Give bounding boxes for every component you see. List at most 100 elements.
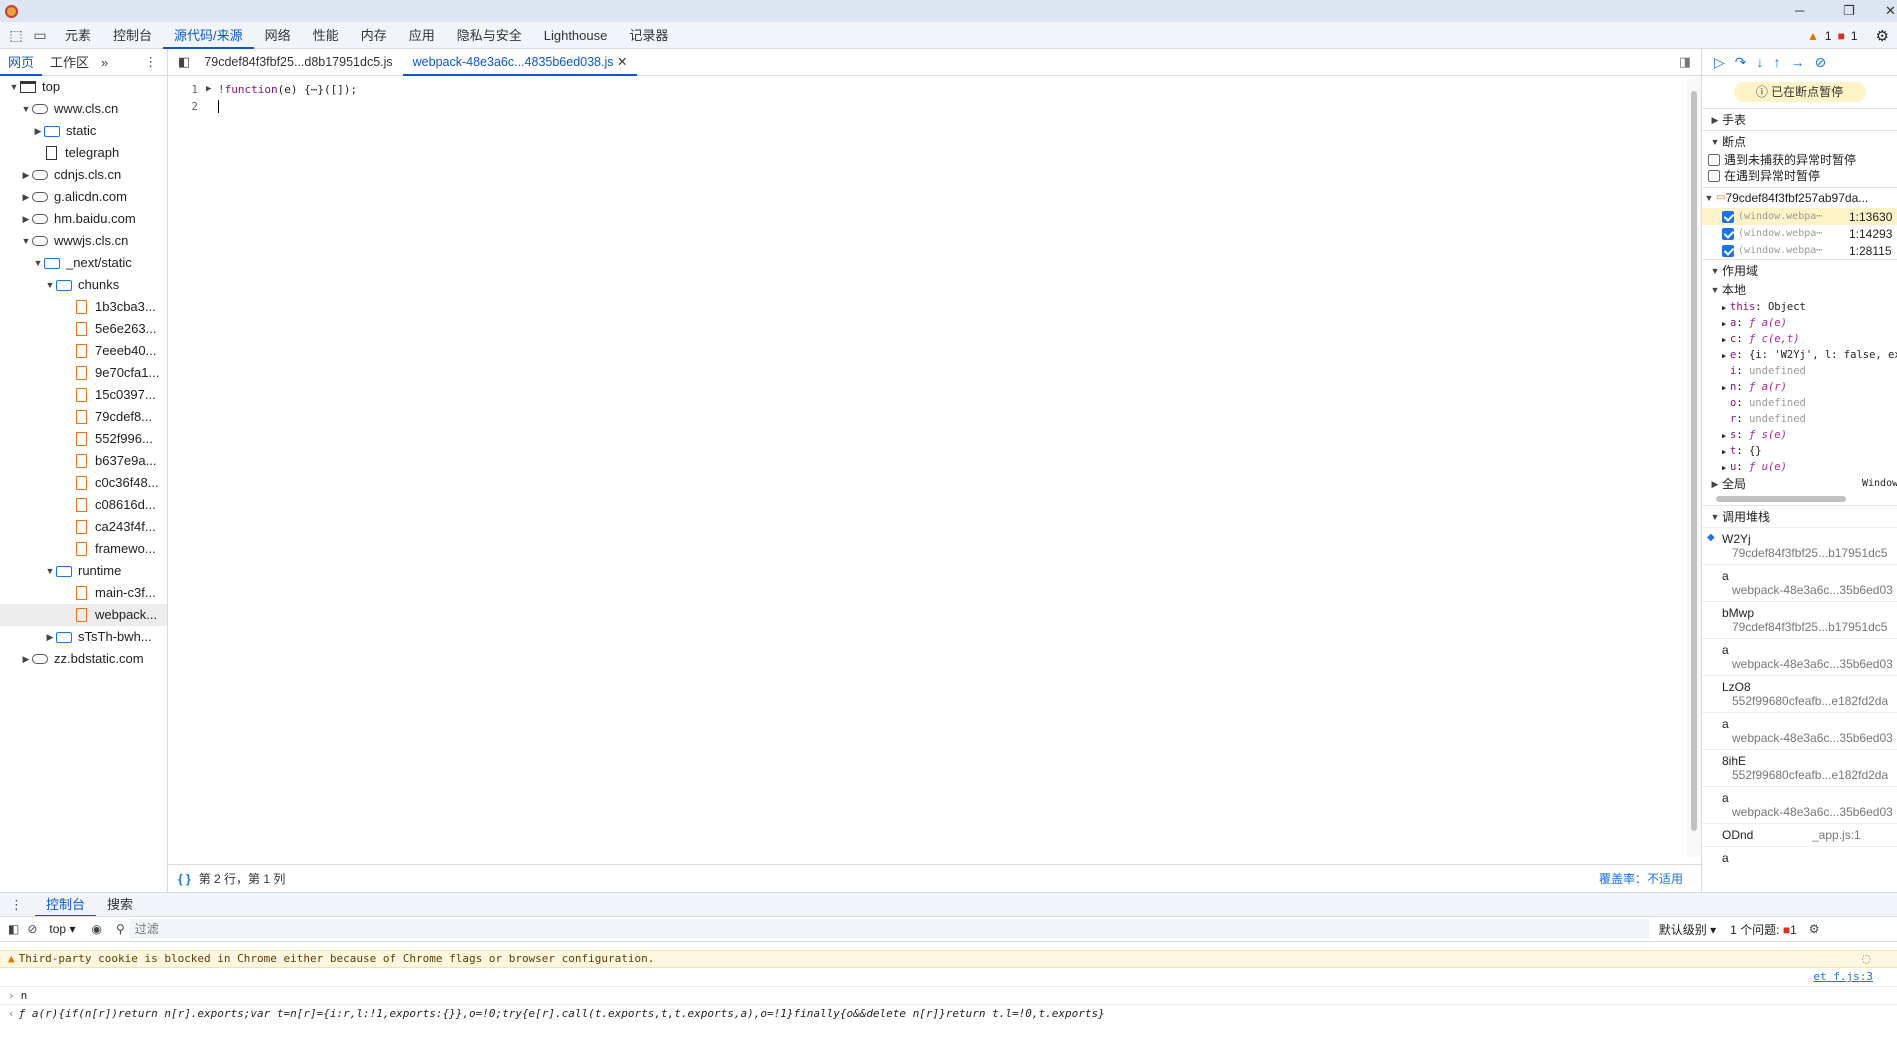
scope-variable[interactable]: ▶ u: ƒ u(e) [1702, 459, 1897, 475]
drawer-tab-console[interactable]: 控制台 [35, 893, 97, 917]
callstack-section-header[interactable]: ▼ 调用堆栈 [1702, 505, 1897, 527]
expanded-arrow-icon[interactable]: ▼ [20, 230, 32, 252]
watch-section-header[interactable]: ▶ 手表 [1702, 108, 1897, 130]
context-selector[interactable]: top ▾ [49, 922, 75, 936]
call-frame[interactable]: a webpack-48e3a6c...35b6ed03 [1702, 786, 1897, 823]
code-line[interactable]: 2 [168, 98, 1685, 115]
call-frame[interactable]: a webpack-48e3a6c...35b6ed03 [1702, 712, 1897, 749]
clear-console-icon[interactable]: ⊘ [27, 922, 37, 936]
tree-item[interactable]: 552f996... [0, 428, 167, 450]
tree-item[interactable]: 1b3cba3... [0, 296, 167, 318]
scope-variable[interactable]: ▶ a: ƒ a(e) [1702, 315, 1897, 331]
tree-item[interactable]: ca243f4f... [0, 516, 167, 538]
tree-item[interactable]: 79cdef8... [0, 406, 167, 428]
live-expression-eye-icon[interactable]: ◉ [91, 922, 101, 936]
breakpoint-checkbox[interactable] [1722, 244, 1734, 257]
collapsed-arrow-icon[interactable]: ▶ [20, 648, 32, 670]
tree-item[interactable]: framewo... [0, 538, 167, 560]
tree-item[interactable]: ▼ top [0, 76, 167, 98]
tree-item[interactable]: ▼ runtime [0, 560, 167, 582]
scope-variable[interactable]: ▶ e: {i: 'W2Yj', l: false, exp [1702, 347, 1897, 363]
call-frame[interactable]: LzO8 552f99680cfeafb...e182fd2da [1702, 675, 1897, 712]
tree-item[interactable]: 7eeeb40... [0, 340, 167, 362]
minimize-icon[interactable]: ─ [1795, 3, 1804, 18]
warning-count[interactable]: 1 [1825, 29, 1832, 43]
scope-variable[interactable]: o: undefined [1702, 395, 1897, 411]
tree-item[interactable]: ▶ static [0, 120, 167, 142]
pause-caught-checkbox[interactable] [1708, 170, 1720, 182]
tree-item[interactable]: ▼ wwwjs.cls.cn [0, 230, 167, 252]
tree-item[interactable]: c0c36f48... [0, 472, 167, 494]
error-icon[interactable]: ■ [1838, 29, 1845, 43]
pause-uncaught-checkbox[interactable] [1708, 154, 1720, 166]
collapsed-arrow-icon[interactable]: ▶ [20, 208, 32, 230]
filter-input[interactable] [128, 919, 1649, 939]
panel-tab-9[interactable]: 记录器 [618, 22, 679, 49]
file-tab-79cdef[interactable]: 79cdef84f3fbf25...d8b17951dc5.js [194, 49, 402, 76]
toggle-navigator-icon[interactable]: ◧ [178, 54, 190, 70]
tree-item[interactable]: c08616d... [0, 494, 167, 516]
panel-tab-4[interactable]: 性能 [302, 22, 350, 49]
call-frame[interactable]: ◆ W2Yj 79cdef84f3fbf25...b17951dc5 [1702, 527, 1897, 564]
tree-item[interactable]: webpack... [0, 604, 167, 626]
settings-gear-icon[interactable]: ⚙ [1876, 27, 1889, 45]
coverage-link[interactable]: 覆盖率：不适用 [1599, 870, 1683, 887]
scope-variable[interactable]: ▶ c: ƒ c(e,t) [1702, 331, 1897, 347]
collapsed-arrow-icon[interactable]: ▶ [20, 186, 32, 208]
collapsed-arrow-icon[interactable]: ▶ [20, 164, 32, 186]
panel-tab-8[interactable]: Lighthouse [533, 22, 619, 49]
scope-variable[interactable]: r: undefined [1702, 411, 1897, 427]
sidebar-toggle-icon[interactable]: ◧ [8, 922, 19, 936]
step-into-icon[interactable]: ↓ [1757, 54, 1764, 70]
call-frame[interactable]: a webpack-48e3a6c...35b6ed03 [1702, 638, 1897, 675]
tree-item[interactable]: ▼ www.cls.cn [0, 98, 167, 120]
warning-icon[interactable]: ▲ [1807, 29, 1819, 43]
step-icon[interactable]: → [1791, 54, 1805, 70]
panel-tab-3[interactable]: 网络 [254, 22, 302, 49]
scope-variable[interactable]: ▶ t: {} [1702, 443, 1897, 459]
tab-workspace[interactable]: 工作区 [42, 49, 97, 76]
tree-item[interactable]: ▶ cdnjs.cls.cn [0, 164, 167, 186]
step-over-icon[interactable]: ↷ [1735, 54, 1747, 71]
panel-tab-6[interactable]: 应用 [398, 22, 446, 49]
scope-section-header[interactable]: ▼ 作用域 [1702, 259, 1897, 281]
expanded-arrow-icon[interactable]: ▼ [8, 76, 20, 98]
resume-icon[interactable]: ▷ [1714, 54, 1725, 71]
scope-variable[interactable]: i: undefined [1702, 363, 1897, 379]
breakpoint-item[interactable]: (window.webpa⋯ 1:13630 [1702, 208, 1897, 225]
breakpoint-file-group[interactable]: ▼ ▭ 79cdef84f3fbf257ab97da... [1702, 188, 1897, 208]
console-result-entry[interactable]: ‹ ƒ a(r){if(n[r])return n[r].exports;var … [0, 1004, 1897, 1022]
panel-tab-0[interactable]: 元素 [54, 22, 102, 49]
source-link[interactable]: et f.js:3 [1813, 970, 1873, 983]
breakpoint-checkbox[interactable] [1722, 227, 1734, 240]
issues-link[interactable]: 1 个问题: ■1 [1730, 921, 1797, 938]
close-icon[interactable]: ✕ [1885, 3, 1896, 19]
error-count[interactable]: 1 [1851, 29, 1858, 43]
scope-hscrollbar[interactable] [1702, 493, 1897, 505]
scope-variable[interactable]: ▶ n: ƒ a(r) [1702, 379, 1897, 395]
pretty-print-icon[interactable]: { } [178, 872, 191, 886]
console-settings-gear-icon[interactable]: ⚙ [1809, 922, 1820, 936]
expanded-arrow-icon[interactable]: ▼ [44, 560, 56, 582]
pause-uncaught-option[interactable]: 遇到未捕获的异常时暂停 [1702, 152, 1897, 168]
log-level-selector[interactable]: 默认级别 ▾ [1659, 921, 1716, 938]
expanded-arrow-icon[interactable]: ▼ [44, 274, 56, 296]
close-tab-icon[interactable]: ✕ [617, 55, 627, 69]
drawer-menu-icon[interactable]: ⋮ [10, 897, 23, 913]
tree-item[interactable]: b637e9a... [0, 450, 167, 472]
breakpoint-checkbox[interactable] [1722, 210, 1734, 223]
tree-item[interactable]: main-c3f... [0, 582, 167, 604]
fold-arrow-icon[interactable]: ▶ [206, 81, 218, 98]
device-toggle-icon[interactable]: ▭ [32, 27, 48, 43]
call-frame[interactable]: 8ihE 552f99680cfeafb...e182fd2da [1702, 749, 1897, 786]
tree-item[interactable]: 5e6e263... [0, 318, 167, 340]
inspect-element-icon[interactable]: ⬚ [8, 27, 24, 43]
breakpoints-section-header[interactable]: ▼ 断点 [1702, 130, 1897, 152]
deactivate-breakpoints-icon[interactable]: ⊘ [1815, 54, 1827, 71]
code-line[interactable]: 1 ▶ !function(e) {⋯}([]); [168, 81, 1685, 98]
panel-tab-2[interactable]: 源代码/来源 [163, 22, 254, 49]
panel-tab-7[interactable]: 隐私与安全 [446, 22, 533, 49]
call-frame[interactable]: ODnd _app.js:1 [1702, 823, 1897, 846]
panel-tab-1[interactable]: 控制台 [102, 22, 163, 49]
cookie-icon[interactable]: ◌ [1861, 950, 1871, 968]
